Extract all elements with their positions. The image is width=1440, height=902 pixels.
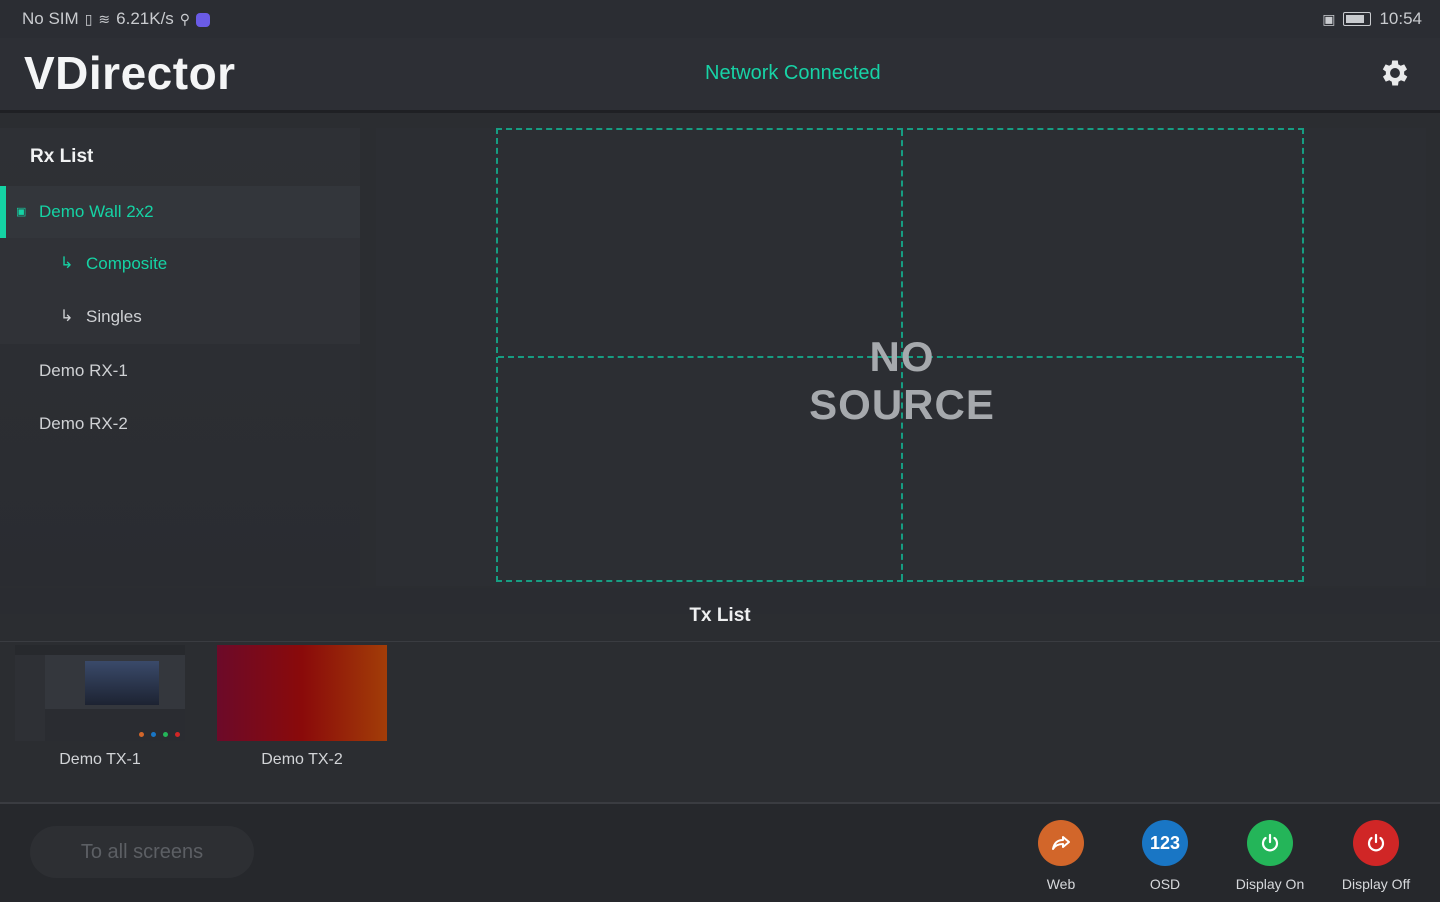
web-label: Web xyxy=(1046,876,1076,892)
vibrate-icon: ▣ xyxy=(1322,10,1336,27)
display-off-label: Display Off xyxy=(1341,876,1411,892)
rx-list-title: Rx List xyxy=(30,146,94,167)
osd-123-icon: 123 xyxy=(1142,820,1188,866)
rx-item-demo-rx-1[interactable]: Demo RX-1 xyxy=(0,345,360,397)
settings-gear-icon[interactable] xyxy=(1378,56,1412,90)
rx-sub-composite[interactable]: ↳ Composite xyxy=(0,238,360,290)
tx-thumbnail xyxy=(15,645,185,741)
thumb-dot xyxy=(175,732,180,737)
display-on-button[interactable]: Display On xyxy=(1225,820,1315,892)
rx-item-demo-wall[interactable]: ▣ Demo Wall 2x2 xyxy=(0,186,360,238)
thumb-dot xyxy=(151,732,156,737)
sim-status: No SIM xyxy=(22,9,79,28)
rx-item-demo-rx-2[interactable]: Demo RX-2 xyxy=(0,398,360,450)
tx-card-demo-tx-2[interactable]: Demo TX-2 xyxy=(217,645,387,769)
thumb-dot xyxy=(139,732,144,737)
usb-icon: ⚲ xyxy=(179,10,191,27)
tx-list-title: Tx List xyxy=(689,605,751,626)
network-status: Network Connected xyxy=(705,62,881,84)
share-icon xyxy=(1038,820,1084,866)
thumb-sidebar xyxy=(15,655,45,741)
tx-thumbnail xyxy=(217,645,387,741)
active-indicator xyxy=(0,186,6,238)
osd-button[interactable]: 123 OSD xyxy=(1120,820,1210,892)
sub-arrow-icon: ↳ xyxy=(60,255,74,272)
display-on-label: Display On xyxy=(1235,876,1305,892)
thumb-dot xyxy=(163,732,168,737)
network-speed: 6.21K/s xyxy=(116,9,174,28)
rx-sub-singles[interactable]: ↳ Singles xyxy=(0,291,360,343)
wall-icon: ▣ xyxy=(16,206,27,218)
thumb-image xyxy=(85,661,159,705)
rx-sub-label: Singles xyxy=(86,307,142,326)
thumb-header xyxy=(15,645,185,655)
wall-preview: NO SOURCE xyxy=(376,128,1426,586)
power-icon xyxy=(1353,820,1399,866)
bottom-action-bar: To all screens Web 123 OSD Display On Di… xyxy=(0,802,1440,902)
power-icon xyxy=(1247,820,1293,866)
wifi-icon: ≋ xyxy=(98,10,111,27)
app-header: VDirector Network Connected xyxy=(0,38,1440,113)
tx-card-demo-tx-1[interactable]: Demo TX-1 xyxy=(15,645,185,769)
sub-arrow-icon: ↳ xyxy=(60,308,74,325)
rx-sub-label: Composite xyxy=(86,254,168,273)
status-left: No SIM ▯ ≋ 6.21K/s ⚲ xyxy=(22,9,211,29)
tx-label: Demo TX-1 xyxy=(59,751,141,768)
sim-icon: ▯ xyxy=(84,10,93,27)
battery-icon xyxy=(1343,12,1372,26)
rx-item-label: Demo Wall 2x2 xyxy=(39,202,154,221)
to-all-screens-button[interactable]: To all screens xyxy=(30,826,254,878)
rx-item-label: Demo RX-1 xyxy=(39,361,128,380)
clock: 10:54 xyxy=(1379,9,1422,28)
status-bar: No SIM ▯ ≋ 6.21K/s ⚲ ▣ 10:54 xyxy=(0,0,1440,38)
osd-label: OSD xyxy=(1149,876,1181,892)
display-off-button[interactable]: Display Off xyxy=(1331,820,1421,892)
rx-list-panel: Rx List ▣ Demo Wall 2x2 ↳ Composite ↳ Si… xyxy=(0,128,360,586)
app-logo: VDirector xyxy=(24,47,236,99)
tx-divider-line xyxy=(0,641,1440,642)
rx-item-label: Demo RX-2 xyxy=(39,414,128,433)
app-notification-icon xyxy=(196,13,211,27)
tx-label: Demo TX-2 xyxy=(261,751,343,768)
no-source-label: NO SOURCE xyxy=(809,333,995,428)
rx-group-demo-wall: ▣ Demo Wall 2x2 ↳ Composite ↳ Singles xyxy=(0,186,360,344)
web-button[interactable]: Web xyxy=(1016,820,1106,892)
status-right: ▣ 10:54 xyxy=(1322,9,1422,29)
